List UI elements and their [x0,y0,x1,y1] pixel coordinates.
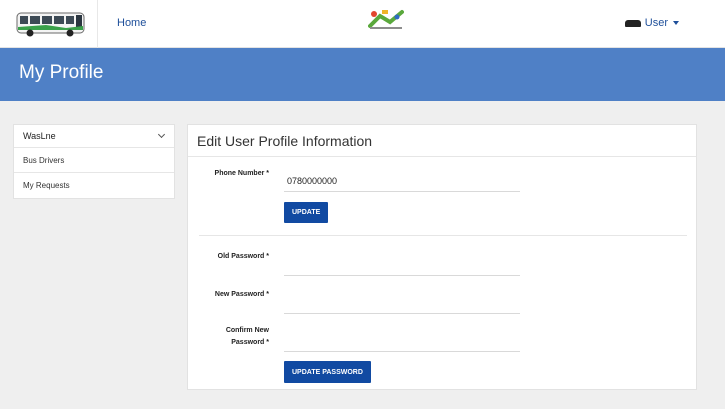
chevron-down-icon [157,130,166,139]
confirm-label-line1: Confirm New [225,327,269,334]
nav-home-link[interactable]: Home [117,17,146,29]
confirm-password-field[interactable] [284,330,520,352]
sidebar-item-bus-drivers[interactable]: Bus Drivers [14,148,174,173]
confirm-label-line2: Password * [231,339,269,346]
phone-number-label: Phone Number * [214,170,269,177]
phone-number-field[interactable] [284,170,520,192]
section-divider [199,235,687,236]
brand-logo-container[interactable] [0,0,98,48]
sidebar-menu: WasLne Bus Drivers My Requests [13,124,175,199]
user-menu-dropdown[interactable]: User [624,17,679,29]
bus-logo-icon [16,12,85,37]
update-phone-button[interactable]: UPDATE [284,202,329,223]
sidebar-item-my-requests[interactable]: My Requests [14,173,174,198]
old-password-field[interactable] [284,254,520,276]
sidebar-item-label: My Requests [23,181,70,190]
sidebar-item-label: Bus Drivers [23,155,65,165]
user-menu-label: User [644,17,668,29]
caret-down-icon [673,21,679,25]
edit-profile-panel: Edit User Profile Information Phone Numb… [187,124,697,390]
sidebar-item-label: WasLne [23,131,56,141]
new-password-field[interactable] [284,292,520,314]
user-avatar-icon [624,19,641,27]
panel-title: Edit User Profile Information [188,125,696,157]
old-password-label: Old Password * [217,253,269,260]
app-logo-icon[interactable] [368,8,404,30]
sidebar-item-waslne[interactable]: WasLne [14,125,174,148]
update-password-button[interactable]: UPDATE PASSWORD [284,361,371,383]
top-navbar: Home User [0,0,725,48]
new-password-label: New Password * [214,291,269,298]
page-title: My Profile [19,62,104,83]
confirm-password-label: Confirm New Password * [189,325,269,349]
page-banner: My Profile [0,48,725,101]
